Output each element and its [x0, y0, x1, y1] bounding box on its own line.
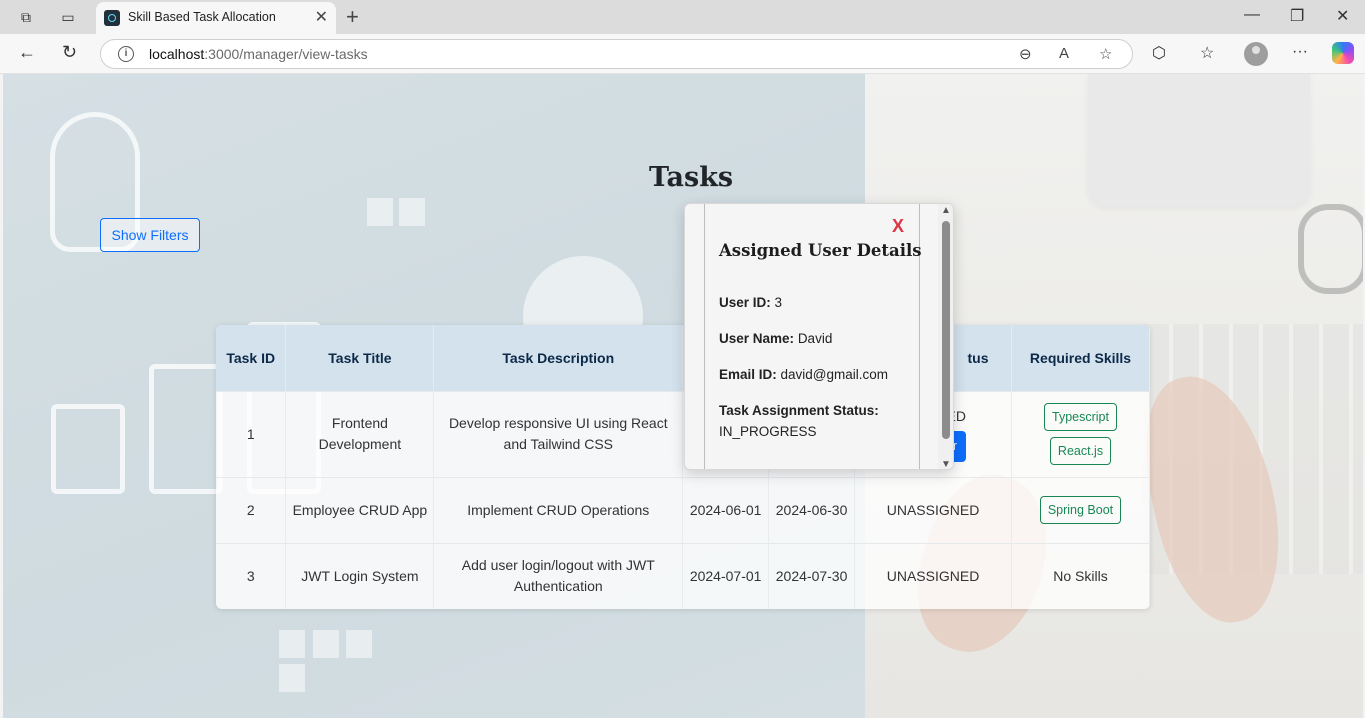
vertical-tabs-icon[interactable]: ▭	[58, 7, 78, 27]
scroll-down-icon[interactable]: ▼	[941, 459, 951, 469]
refresh-icon[interactable]: ↻	[62, 42, 77, 63]
user-name-value: David	[797, 331, 833, 346]
assignment-status-label: Task Assignment Status:	[719, 403, 879, 418]
skill-badge: Typescript	[1044, 403, 1117, 431]
minimize-icon[interactable]: —	[1244, 6, 1260, 24]
email-field: Email ID: david@gmail.com	[719, 364, 888, 385]
user-id-field: User ID: 3	[719, 292, 782, 313]
header-required-skills: Required Skills	[1011, 325, 1150, 391]
more-menu-icon[interactable]: ···	[1292, 43, 1308, 61]
email-value: david@gmail.com	[780, 367, 889, 382]
tab-close-icon[interactable]: ✕	[315, 7, 328, 27]
url-path: :3000/manager/view-tasks	[204, 46, 368, 62]
modal-scrollbar[interactable]: ▲ ▼	[938, 204, 953, 469]
task-end-date: 2024-06-30	[768, 476, 856, 543]
task-description: Add user login/logout with JWT Authentic…	[433, 542, 684, 609]
task-description: Develop responsive UI using React and Ta…	[433, 390, 684, 477]
task-id: 1	[216, 390, 287, 477]
task-skills: Typescript React.js	[1011, 390, 1150, 477]
task-status: UNASSIGNED	[854, 542, 1012, 609]
user-name-label: User Name:	[719, 331, 795, 346]
window-close-icon[interactable]: ✕	[1336, 6, 1349, 26]
bar-decoration	[149, 364, 223, 494]
read-aloud-icon[interactable]: A	[1059, 45, 1069, 62]
restore-icon[interactable]: ❐	[1290, 6, 1304, 26]
square-decoration	[346, 630, 372, 658]
url-text: localhost:3000/manager/view-tasks	[149, 46, 368, 62]
assignment-status-value: IN_PROGRESS	[719, 424, 817, 439]
workspaces-icon[interactable]: ⧉	[16, 7, 36, 27]
page-content: Tasks Show Filters Task ID Task Title Ta…	[3, 74, 1363, 718]
skill-badge: Spring Boot	[1039, 496, 1122, 524]
square-decoration	[399, 198, 425, 226]
skill-badge: React.js	[1049, 437, 1112, 465]
back-icon[interactable]: ←	[18, 42, 36, 63]
square-decoration	[279, 664, 305, 692]
show-filters-button[interactable]: Show Filters	[100, 218, 200, 252]
task-end-date: 2024-07-30	[768, 542, 856, 609]
scroll-up-icon[interactable]: ▲	[941, 205, 951, 216]
user-id-value: 3	[774, 295, 783, 310]
table-row: 2 Employee CRUD App Implement CRUD Opera…	[216, 476, 1150, 543]
task-id: 3	[216, 542, 287, 609]
browser-address-bar: ← ↻ i localhost:3000/manager/view-tasks …	[0, 34, 1365, 74]
url-field[interactable]: i localhost:3000/manager/view-tasks ⊖ A …	[100, 39, 1133, 69]
task-start-date: 2024-07-01	[682, 542, 770, 609]
task-description: Implement CRUD Operations	[433, 476, 684, 543]
favorite-star-icon[interactable]: ☆	[1099, 45, 1112, 63]
task-skills: Spring Boot	[1011, 476, 1150, 543]
square-decoration	[313, 630, 339, 658]
new-tab-icon[interactable]: +	[346, 4, 359, 30]
modal-body: X Assigned User Details User ID: 3 User …	[704, 204, 922, 469]
scroll-thumb[interactable]	[942, 221, 950, 439]
glasses-decoration	[1298, 204, 1363, 294]
header-task-description: Task Description	[433, 325, 684, 391]
react-favicon-icon	[104, 10, 120, 26]
browser-tab-bar: ⧉ ▭ Skill Based Task Allocation ✕ + — ❐ …	[0, 0, 1365, 34]
bar-decoration	[51, 404, 125, 494]
task-start-date: 2024-06-01	[682, 476, 770, 543]
assigned-user-modal: X Assigned User Details User ID: 3 User …	[684, 203, 954, 470]
monitor-decoration	[1088, 74, 1310, 206]
assignment-status-field: Task Assignment Status: IN_PROGRESS	[719, 400, 879, 442]
header-status-label: tus	[967, 349, 989, 366]
square-decoration	[279, 630, 305, 658]
tasks-table: Task ID Task Title Task Description tus …	[216, 325, 1150, 609]
favorites-icon[interactable]: ☆	[1200, 43, 1214, 63]
email-label: Email ID:	[719, 367, 777, 382]
site-info-icon[interactable]: i	[118, 46, 134, 62]
browser-tab[interactable]: Skill Based Task Allocation ✕	[96, 2, 336, 34]
tab-title: Skill Based Task Allocation	[128, 10, 276, 24]
user-name-field: User Name: David	[719, 328, 832, 349]
task-id: 2	[216, 476, 287, 543]
task-skills: No Skills	[1011, 542, 1150, 609]
header-task-id: Task ID	[216, 325, 287, 391]
modal-title: Assigned User Details	[719, 241, 922, 260]
task-title: JWT Login System	[285, 542, 435, 609]
extensions-icon[interactable]: ⬡	[1152, 43, 1166, 63]
table-header-row: Task ID Task Title Task Description tus …	[216, 325, 1150, 391]
task-title: Employee CRUD App	[285, 476, 435, 543]
task-status: UNASSIGNED	[854, 476, 1012, 543]
square-decoration	[367, 198, 393, 226]
header-task-title: Task Title	[285, 325, 435, 391]
page-title: Tasks	[649, 162, 734, 193]
zoom-icon[interactable]: ⊖	[1019, 45, 1032, 63]
profile-avatar[interactable]	[1244, 42, 1268, 66]
modal-close-button[interactable]: X	[892, 216, 904, 237]
table-row: 3 JWT Login System Add user login/logout…	[216, 542, 1150, 609]
table-row: 1 Frontend Development Develop responsiv…	[216, 390, 1150, 477]
task-title: Frontend Development	[285, 390, 435, 477]
url-host: localhost	[149, 46, 205, 62]
user-id-label: User ID:	[719, 295, 771, 310]
copilot-icon[interactable]	[1332, 42, 1354, 64]
